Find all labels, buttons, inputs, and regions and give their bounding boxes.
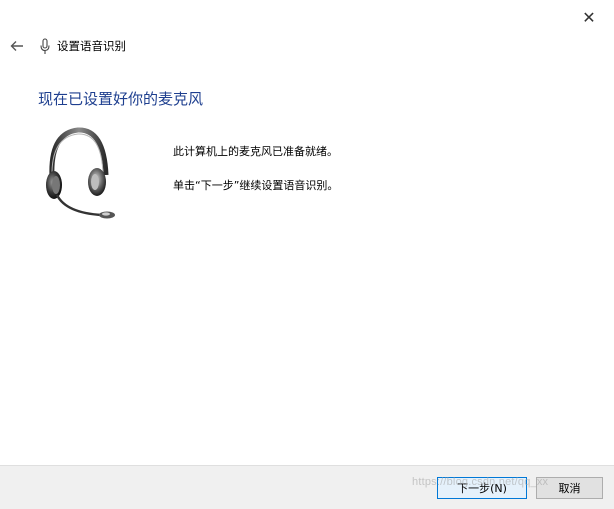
- next-button[interactable]: 下一步(N): [437, 477, 527, 499]
- title-bar: 设置语音识别: [8, 36, 126, 56]
- close-icon: ✕: [582, 7, 596, 27]
- next-instruction-text: 单击“下一步”继续设置语音识别。: [173, 179, 339, 192]
- page-heading: 现在已设置好你的麦克风: [38, 90, 204, 108]
- microphone-icon: [39, 37, 51, 55]
- close-button[interactable]: ✕: [578, 6, 600, 28]
- speech-setup-window: ✕ 设置语音识别 现在已设置好你的麦克风 此计算机上的麦克风已准备就绪。 单击“…: [0, 0, 614, 509]
- back-arrow-icon: [10, 41, 23, 51]
- footer-bar: 下一步(N) 取消: [0, 465, 614, 509]
- headset-icon: [40, 125, 122, 225]
- cancel-button[interactable]: 取消: [536, 477, 603, 499]
- back-button[interactable]: [8, 37, 26, 55]
- mic-ready-text: 此计算机上的麦克风已准备就绪。: [173, 145, 338, 158]
- window-title: 设置语音识别: [57, 39, 126, 53]
